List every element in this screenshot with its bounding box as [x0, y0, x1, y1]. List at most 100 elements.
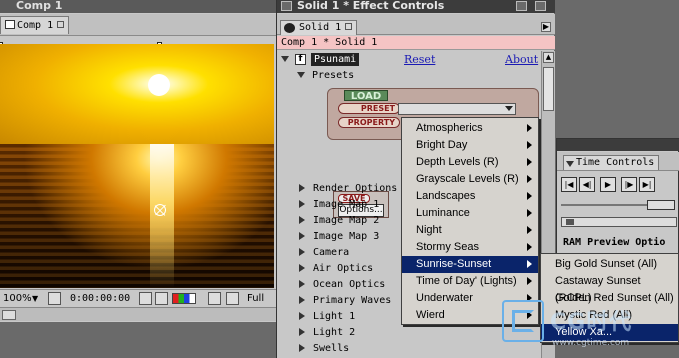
time-controls-titlebar[interactable]	[557, 139, 679, 151]
menu-item[interactable]: Big Gold Sunset (All)	[541, 256, 678, 273]
scroll-left-button[interactable]	[2, 310, 16, 320]
menu-item[interactable]: Bright Day	[402, 137, 538, 154]
menu-item-label: Sunrise-Sunset	[416, 258, 492, 270]
submenu-arrow-icon	[527, 124, 532, 132]
expand-parameter-icon[interactable]	[299, 216, 305, 224]
maximize-window-icon[interactable]	[535, 1, 546, 11]
expand-parameter-icon[interactable]	[299, 344, 305, 352]
menu-item-label: Wierd	[416, 309, 445, 321]
ocean-surface	[0, 144, 274, 288]
snapshot-icon[interactable]	[139, 292, 152, 305]
expand-parameter-icon[interactable]	[299, 248, 305, 256]
play-icon[interactable]: ▶	[600, 177, 616, 192]
collapse-presets-icon[interactable]	[297, 72, 305, 78]
show-snapshot-icon[interactable]	[155, 292, 168, 305]
menu-item[interactable]: Time of Day' (Lights)	[402, 273, 538, 290]
last-frame-icon[interactable]: ▶|	[639, 177, 655, 192]
parameter-name: Camera	[313, 247, 350, 258]
parameter-row[interactable]: Swells	[277, 340, 539, 356]
expand-parameter-icon[interactable]	[299, 312, 305, 320]
sun	[148, 74, 170, 96]
reset-link[interactable]: Reset	[404, 53, 435, 66]
breadcrumb: Comp 1 * Solid 1	[277, 36, 555, 50]
comp-window-title[interactable]: Comp 1	[0, 0, 276, 13]
region-of-interest-icon[interactable]	[208, 292, 221, 305]
menu-item-label: Time of Day' (Lights)	[416, 275, 517, 287]
shuttle-knob[interactable]	[566, 219, 574, 225]
parameter-name: Image Map 2	[313, 215, 380, 226]
menu-item[interactable]: Luminance	[402, 205, 538, 222]
menu-item[interactable]: Grayscale Levels (R)	[402, 171, 538, 188]
time-controls-window: Time Controls |◀ ◀| ▶ |▶ ▶| RAM Preview …	[556, 138, 679, 255]
comp-tab[interactable]: Comp 1	[0, 16, 70, 34]
panel-menu-icon[interactable]: ▶	[541, 22, 551, 32]
expand-parameter-icon[interactable]	[299, 280, 305, 288]
anchor-point-icon[interactable]	[154, 204, 166, 216]
next-frame-icon[interactable]: |▶	[621, 177, 637, 192]
menu-item[interactable]: Night	[402, 222, 538, 239]
parameter-name: Swells	[313, 343, 350, 354]
parameter-name: Primary Waves	[313, 295, 392, 306]
preset-dropdown[interactable]	[398, 103, 516, 115]
about-link[interactable]: About	[505, 53, 538, 66]
submenu-arrow-icon	[527, 260, 532, 268]
expand-parameter-icon[interactable]	[299, 264, 305, 272]
composition-viewer[interactable]	[0, 44, 274, 288]
submenu-arrow-icon	[527, 141, 532, 149]
tab-menu-icon[interactable]	[566, 161, 574, 167]
tab-solid-1[interactable]: Solid 1	[280, 20, 358, 35]
transport-controls: |◀ ◀| ▶ |▶ ▶|	[561, 177, 679, 193]
minimize-window-icon[interactable]	[516, 1, 527, 11]
channel-colors-icon[interactable]	[172, 293, 196, 304]
menu-item[interactable]: Atmospherics	[402, 120, 538, 137]
effect-enable-toggle[interactable]: f	[295, 54, 306, 65]
zoom-dropdown-icon[interactable]: ▼	[32, 292, 38, 305]
watermark-url: www.cgtime.com	[552, 338, 630, 348]
submenu-arrow-icon	[527, 243, 532, 251]
parameter-row[interactable]: Light 2	[277, 324, 539, 340]
jog-slider[interactable]	[561, 200, 677, 210]
expand-parameter-icon[interactable]	[299, 232, 305, 240]
comp-horizontal-scrollbar[interactable]	[0, 307, 276, 321]
menu-item-label: Stormy Seas	[416, 241, 479, 253]
previous-frame-icon[interactable]: ◀|	[579, 177, 595, 192]
expand-parameter-icon[interactable]	[299, 296, 305, 304]
menu-item[interactable]: Stormy Seas	[402, 239, 538, 256]
scroll-up-icon[interactable]: ▲	[543, 52, 554, 63]
resolution-menu[interactable]: Full	[247, 292, 264, 305]
shuttle-slider[interactable]	[561, 217, 677, 227]
menu-item-label: Luminance	[416, 207, 470, 219]
close-tab-icon[interactable]	[345, 23, 353, 30]
menu-item[interactable]: Landscapes	[402, 188, 538, 205]
parameter-name: Render Options	[313, 183, 398, 194]
menu-item-label: Grayscale Levels (R)	[416, 173, 519, 185]
submenu-arrow-icon	[527, 277, 532, 285]
safe-zones-icon[interactable]	[48, 292, 61, 305]
menu-item[interactable]: Castaway Sunset (RCPL)	[541, 273, 678, 304]
chevron-down-icon	[505, 106, 513, 111]
expand-parameter-icon[interactable]	[299, 328, 305, 336]
collapse-effect-icon[interactable]	[281, 56, 289, 62]
close-window-icon[interactable]	[281, 1, 292, 11]
preset-label: PRESET	[338, 103, 400, 114]
menu-item[interactable]: Sunrise-Sunset	[402, 256, 538, 273]
menu-item-label: Landscapes	[416, 190, 476, 202]
cgtime-logo-icon	[502, 300, 544, 342]
menu-item[interactable]: Depth Levels (R)	[402, 154, 538, 171]
transparency-grid-icon[interactable]	[226, 292, 239, 305]
jog-knob[interactable]	[647, 200, 675, 210]
expand-parameter-icon[interactable]	[299, 184, 305, 192]
effect-controls-title[interactable]: Solid 1 * Effect Controls	[277, 0, 555, 13]
timecode-display[interactable]: 0:00:00:00	[70, 292, 130, 305]
expand-parameter-icon[interactable]	[299, 200, 305, 208]
close-tab-icon[interactable]	[57, 21, 65, 28]
effect-header-row: f Psunami Reset About	[277, 52, 539, 66]
first-frame-icon[interactable]: |◀	[561, 177, 577, 192]
ram-preview-options-label[interactable]: RAM Preview Optio	[563, 237, 665, 248]
presets-label: Presets	[312, 70, 355, 81]
zoom-menu[interactable]: 100%	[3, 292, 32, 305]
tab-time-controls[interactable]: Time Controls	[563, 155, 660, 170]
ec-tab-label: Solid 1	[299, 22, 342, 33]
scroll-thumb[interactable]	[543, 67, 554, 111]
submenu-arrow-icon	[527, 209, 532, 217]
